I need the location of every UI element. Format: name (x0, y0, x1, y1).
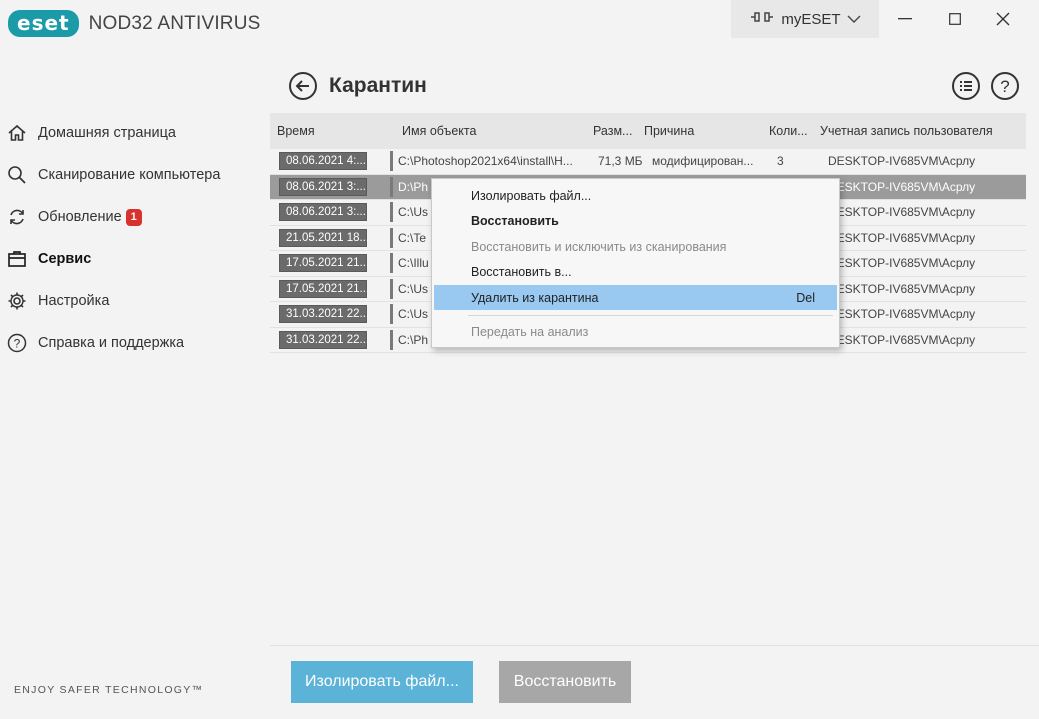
time-cell: 08.06.2021 3:... (279, 203, 367, 222)
myeset-icon (749, 10, 775, 28)
close-button[interactable] (983, 6, 1023, 32)
menu-item-restore[interactable]: Восстановить (434, 208, 837, 233)
sidebar-nav: Домашняя страница Сканирование компьютер… (0, 112, 262, 364)
user-cell: DESKTOP-IV685VM\Асрлу (828, 230, 976, 245)
context-menu: Изолировать файл... Восстановить Восстан… (431, 178, 840, 348)
time-cell: 17.05.2021 21... (279, 279, 369, 298)
row-separator (390, 329, 393, 350)
sidebar-item-label: Обновление (38, 209, 122, 225)
time-cell: 17.05.2021 21... (279, 254, 369, 273)
menu-item-label: Восстановить и исключить из сканирования (471, 239, 727, 254)
home-icon (6, 122, 28, 144)
sidebar-item-tools[interactable]: Сервис (0, 238, 262, 280)
time-cell: 08.06.2021 3:... (279, 177, 367, 196)
svg-text:?: ? (1000, 77, 1009, 96)
myeset-button[interactable]: myESET (731, 0, 879, 38)
user-cell: DESKTOP-IV685VM\Асрлу (828, 281, 976, 296)
user-cell: DESKTOP-IV685VM\Асрлу (828, 332, 976, 347)
user-cell: DESKTOP-IV685VM\Асрлу (828, 307, 976, 322)
user-cell: DESKTOP-IV685VM\Асрлу (828, 154, 976, 169)
footer-divider (270, 645, 1039, 646)
time-cell: 08.06.2021 4:... (279, 152, 367, 171)
refresh-icon (6, 206, 28, 228)
sidebar-item-help[interactable]: ? Справка и поддержка (0, 322, 262, 364)
chevron-down-icon (847, 11, 861, 28)
sidebar-item-scan[interactable]: Сканирование компьютера (0, 154, 262, 196)
menu-separator (468, 315, 833, 316)
menu-item-shortcut: Del (796, 290, 815, 305)
row-separator (390, 253, 393, 274)
list-menu-button[interactable] (951, 71, 981, 106)
table-row[interactable]: 08.06.2021 4:... C:\Photoshop2021x64\ins… (270, 149, 1026, 175)
column-header-name[interactable]: Имя объекта (390, 124, 593, 138)
column-header-time[interactable]: Время (270, 124, 390, 138)
row-separator (390, 227, 393, 248)
menu-item-label: Восстановить (471, 213, 559, 228)
back-button[interactable] (288, 71, 318, 106)
product-name: NOD32 ANTIVIRUS (88, 12, 261, 34)
help-icon: ? (6, 332, 28, 354)
time-cell: 31.03.2021 22... (279, 305, 369, 324)
briefcase-icon (6, 248, 28, 270)
gear-icon (6, 290, 28, 312)
menu-item-label: Изолировать файл... (471, 188, 592, 203)
page-title: Карантин (329, 74, 427, 97)
name-cell: C:\Photoshop2021x64\install\H... (398, 154, 573, 169)
sidebar-item-update[interactable]: Обновление 1 (0, 196, 262, 238)
sidebar-item-label: Сканирование компьютера (38, 167, 221, 183)
row-separator (390, 202, 393, 223)
eset-logo-badge: eset (8, 10, 79, 37)
menu-item-restore-to[interactable]: Восстановить в... (434, 259, 837, 284)
menu-item-submit-for-analysis: Передать на анализ (434, 319, 837, 344)
maximize-button[interactable] (935, 6, 975, 32)
row-separator (390, 176, 393, 197)
eset-logo: eset NOD32 ANTIVIRUS (8, 10, 261, 37)
table-header: Время Имя объекта Разм... Причина Коли..… (270, 113, 1026, 149)
sidebar-item-label: Сервис (38, 251, 92, 267)
search-icon (6, 164, 28, 186)
row-separator (390, 304, 393, 325)
sidebar-item-home[interactable]: Домашняя страница (0, 112, 262, 154)
user-cell: DESKTOP-IV685VM\Асрлу (828, 179, 976, 194)
time-cell: 21.05.2021 18... (279, 228, 369, 247)
count-cell: 3 (777, 154, 784, 169)
user-cell: DESKTOP-IV685VM\Асрлу (828, 256, 976, 271)
time-cell: 31.03.2021 22... (279, 330, 369, 349)
update-count-badge: 1 (125, 208, 142, 226)
column-header-user[interactable]: Учетная запись пользователя (820, 124, 1016, 138)
row-separator (390, 278, 393, 299)
sidebar-item-label: Настройка (38, 293, 110, 309)
column-header-reason[interactable]: Причина (644, 124, 769, 138)
sidebar-item-label: Справка и поддержка (38, 335, 185, 351)
minimize-button[interactable] (885, 6, 925, 32)
menu-item-label: Восстановить в... (471, 264, 572, 279)
menu-item-quarantine-file[interactable]: Изолировать файл... (434, 183, 837, 208)
myeset-label: myESET (781, 10, 841, 28)
help-button[interactable]: ? (990, 71, 1020, 106)
menu-item-label: Удалить из карантина (471, 290, 599, 305)
restore-button[interactable]: Восстановить (499, 661, 631, 703)
tagline: ENJOY SAFER TECHNOLOGY™ (14, 684, 204, 696)
sidebar-item-settings[interactable]: Настройка (0, 280, 262, 322)
quarantine-file-button[interactable]: Изолировать файл... (291, 661, 473, 703)
column-header-size[interactable]: Разм... (593, 124, 644, 138)
row-separator (390, 151, 393, 172)
menu-item-label: Передать на анализ (471, 324, 589, 339)
svg-text:?: ? (14, 337, 21, 351)
column-header-count[interactable]: Коли... (769, 124, 820, 138)
user-cell: DESKTOP-IV685VM\Асрлу (828, 205, 976, 220)
size-cell: 71,3 МБ (598, 154, 643, 169)
reason-cell: модифицирован... (652, 154, 754, 169)
menu-item-restore-and-exclude: Восстановить и исключить из сканирования (434, 234, 837, 259)
sidebar-item-label: Домашняя страница (38, 125, 176, 141)
menu-item-delete-from-quarantine[interactable]: Удалить из карантина Del (434, 285, 837, 310)
